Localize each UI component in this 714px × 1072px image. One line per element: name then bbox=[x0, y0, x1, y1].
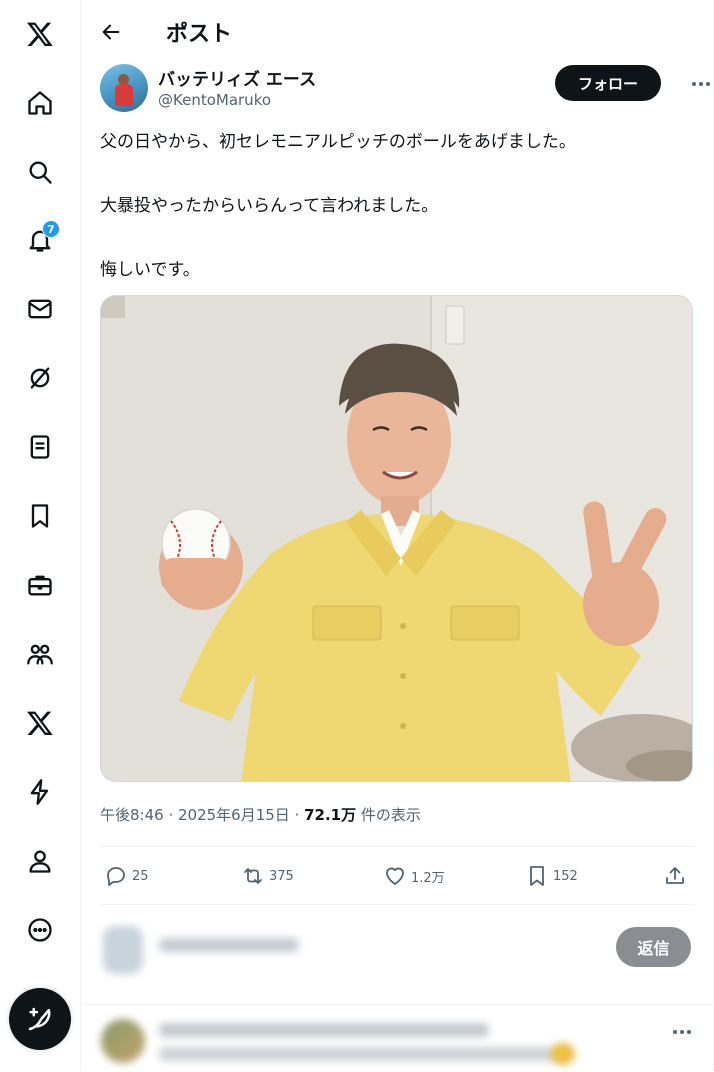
views-label: 件の表示 bbox=[356, 806, 421, 824]
back-button[interactable] bbox=[93, 14, 129, 50]
x-logo-icon[interactable] bbox=[14, 8, 66, 60]
post-photo[interactable] bbox=[100, 295, 693, 782]
reply-author-line bbox=[159, 1023, 489, 1037]
post-timestamp[interactable]: 午後8:46 · 2025年6月15日 bbox=[100, 806, 290, 824]
home-icon[interactable] bbox=[14, 77, 66, 129]
bookmarks-icon[interactable] bbox=[14, 490, 66, 542]
author-display-name[interactable]: バッテリィズ エース bbox=[158, 65, 316, 90]
post-actions: 25 375 1.2万 152 bbox=[100, 858, 694, 894]
post-text-line: 大暴投やったからいらんって言われました。 bbox=[100, 196, 439, 216]
more-icon[interactable] bbox=[14, 904, 66, 956]
heart-icon bbox=[386, 867, 404, 885]
like-count: 1.2万 bbox=[411, 870, 445, 886]
post-author: バッテリィズ エース @KentoMaruko フォロー bbox=[100, 64, 710, 114]
post-detail-column: ポスト バッテリィズ エース @KentoMaruko フォロー 父の日やから、… bbox=[81, 0, 714, 1071]
reply-text-line bbox=[159, 1047, 569, 1061]
arrow-left-icon bbox=[102, 24, 120, 40]
divider bbox=[100, 904, 694, 905]
repost-icon bbox=[244, 868, 262, 884]
photo-illustration bbox=[101, 296, 692, 781]
share-icon bbox=[666, 867, 684, 884]
lists-icon[interactable] bbox=[14, 421, 66, 473]
avatar bbox=[101, 1019, 145, 1063]
premium-icon[interactable] bbox=[14, 697, 66, 749]
post-text-line: 悔しいです。 bbox=[100, 260, 200, 280]
avatar[interactable] bbox=[100, 64, 148, 112]
reply-action[interactable]: 25 bbox=[104, 858, 149, 894]
top-bar: ポスト bbox=[81, 0, 713, 62]
post-more-button[interactable] bbox=[686, 73, 714, 95]
bookmark-action[interactable]: 152 bbox=[525, 858, 578, 894]
reply-icon bbox=[107, 867, 125, 886]
follow-button[interactable]: フォロー bbox=[555, 65, 661, 101]
page-title: ポスト bbox=[166, 22, 233, 47]
notifications-icon[interactable]: 7 bbox=[14, 214, 66, 266]
reply-post-preview[interactable] bbox=[81, 1004, 713, 1072]
more-horizontal-icon bbox=[692, 82, 710, 86]
grok-icon[interactable] bbox=[14, 352, 66, 404]
emoji bbox=[551, 1043, 575, 1065]
reply-button[interactable]: 返信 bbox=[616, 927, 691, 967]
verified-orgs-icon[interactable] bbox=[14, 766, 66, 818]
side-nav: 7 bbox=[0, 0, 81, 1071]
bookmark-count: 152 bbox=[553, 868, 578, 884]
bookmark-icon bbox=[530, 866, 544, 886]
messages-icon[interactable] bbox=[14, 283, 66, 335]
post-meta: 午後8:46 · 2025年6月15日 · 72.1万 件の表示 bbox=[100, 804, 421, 825]
jobs-icon[interactable] bbox=[14, 559, 66, 611]
compose-icon bbox=[28, 1007, 51, 1031]
profile-icon[interactable] bbox=[14, 835, 66, 887]
post-text: 父の日やから、初セレモニアルピッチのボールをあげました。 大暴投やったからいらん… bbox=[100, 132, 700, 280]
post-text-line: 父の日やから、初セレモニアルピッチのボールをあげました。 bbox=[100, 132, 576, 152]
more-horizontal-icon bbox=[673, 1030, 691, 1034]
like-action[interactable]: 1.2万 bbox=[383, 858, 445, 894]
compose-button[interactable] bbox=[9, 988, 71, 1050]
notification-badge: 7 bbox=[42, 220, 60, 238]
repost-count: 375 bbox=[269, 868, 294, 884]
reply-input[interactable] bbox=[159, 938, 299, 952]
reply-composer: 返信 bbox=[81, 912, 713, 1002]
repost-action[interactable]: 375 bbox=[241, 858, 294, 894]
search-icon[interactable] bbox=[14, 146, 66, 198]
reply-more-button[interactable] bbox=[667, 1021, 697, 1043]
divider bbox=[100, 846, 694, 847]
views-count: 72.1万 bbox=[304, 806, 357, 824]
communities-icon[interactable] bbox=[14, 628, 66, 680]
reply-count: 25 bbox=[132, 868, 149, 884]
share-action[interactable] bbox=[663, 858, 691, 894]
author-handle[interactable]: @KentoMaruko bbox=[158, 91, 271, 109]
avatar bbox=[103, 926, 143, 974]
meta-separator: · bbox=[289, 806, 305, 824]
